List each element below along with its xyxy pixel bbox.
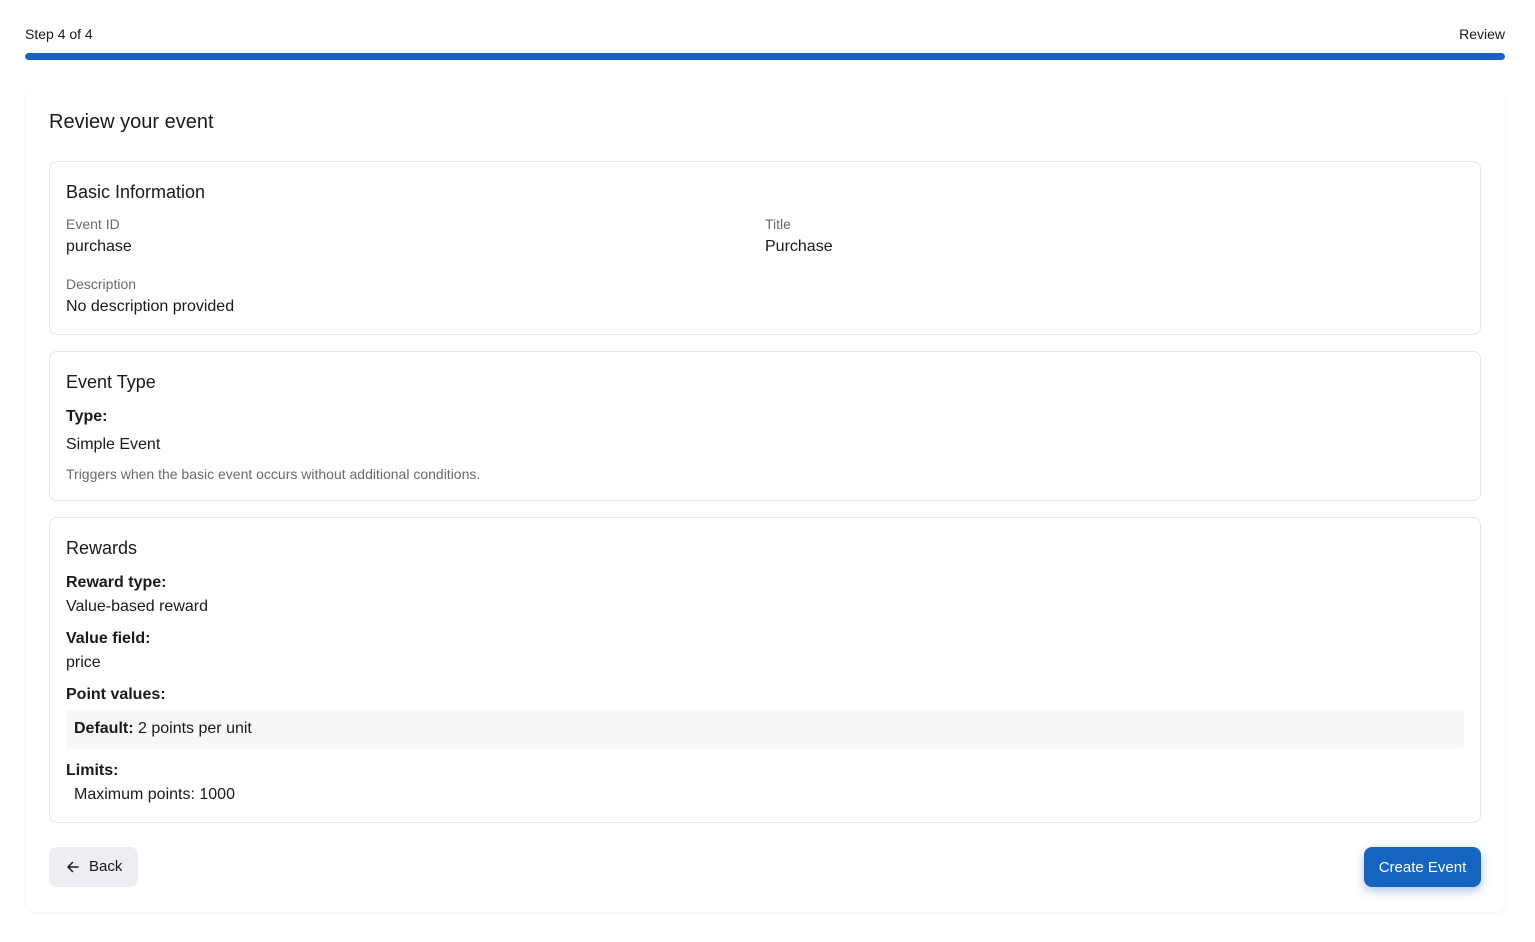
title-value: Purchase [765, 238, 833, 255]
arrow-left-icon [67, 861, 79, 873]
event-id-value: purchase [66, 238, 132, 255]
step-name: Review [1459, 26, 1505, 42]
step-counter: Step 4 of 4 [25, 26, 93, 42]
title-label: Title [765, 216, 791, 232]
create-event-button[interactable]: Create Event [1364, 847, 1481, 887]
point-values-label: Point values: [66, 686, 166, 703]
event-type-section: Event Type Type: Simple Event Triggers w… [49, 351, 1481, 501]
back-button-label: Back [89, 858, 123, 875]
back-button[interactable]: Back [49, 847, 138, 887]
type-label: Type: [66, 408, 108, 425]
default-label: Default: [74, 720, 134, 737]
section-heading: Basic Information [66, 182, 206, 202]
value-field-value: price [66, 654, 101, 671]
section-heading: Rewards [66, 538, 138, 558]
point-values-box: Default: 2 points per unit [66, 710, 1464, 749]
progress-bar-fill [25, 53, 1505, 60]
progress-header: Step 4 of 4 Review [25, 26, 1505, 44]
rewards-section: Rewards Reward type: Value-based reward … [49, 517, 1481, 823]
progress-bar [25, 53, 1505, 60]
limits-label: Limits: [66, 762, 119, 779]
page-title: Review your event [49, 111, 214, 133]
section-heading: Event Type [66, 372, 156, 392]
description-value: No description provided [66, 298, 235, 315]
basic-information-section: Basic Information Event ID purchase Titl… [49, 161, 1481, 335]
review-card: Review your event Basic Information Even… [25, 86, 1505, 912]
type-description: Triggers when the basic event occurs wit… [66, 466, 481, 482]
default-point-value: Default: 2 points per unit [74, 720, 252, 738]
description-label: Description [66, 276, 137, 292]
reward-type-value: Value-based reward [66, 598, 209, 615]
reward-type-label: Reward type: [66, 574, 167, 591]
type-value: Simple Event [66, 436, 161, 453]
default-value: 2 points per unit [138, 720, 252, 737]
value-field-label: Value field: [66, 630, 151, 647]
max-points-value: Maximum points: 1000 [74, 786, 235, 803]
event-id-label: Event ID [66, 216, 120, 232]
